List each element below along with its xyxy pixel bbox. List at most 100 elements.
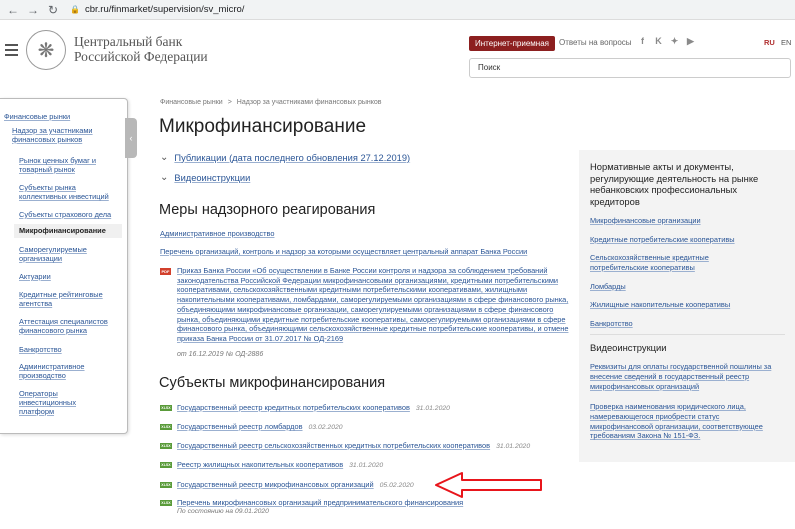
- registry-title: Государственный реестр кредитных потреби…: [177, 403, 410, 412]
- page-title: Микрофинансирование: [159, 116, 367, 137]
- sidebar-item-rating-agencies[interactable]: Кредитные рейтинговые агентства: [19, 290, 109, 308]
- forward-icon[interactable]: →: [26, 3, 40, 17]
- sidebar-item-sro[interactable]: Саморегулируемые организации: [19, 245, 109, 263]
- registry-date: 31.01.2020: [349, 462, 384, 469]
- registry-status-date: По состоянию на 09.01.2020: [177, 508, 269, 515]
- accordion-label: Публикации (дата последнего обновления 2…: [174, 152, 411, 163]
- bank-name[interactable]: Центральный банк Российской Федерации: [74, 34, 208, 64]
- registry-date: 05.02.2020: [379, 482, 414, 489]
- link-text: Проверка наименования юридического лица,…: [590, 402, 763, 441]
- right-panel-link[interactable]: Жилищные накопительные кооперативы: [590, 300, 730, 310]
- sidebar-item-microfinance[interactable]: Микрофинансирование: [14, 224, 122, 238]
- link-text: Банкротство: [590, 319, 633, 328]
- sidebar-item-insurance[interactable]: Субъекты страхового дела: [19, 210, 124, 219]
- address-bar[interactable]: 🔒 cbr.ru/finmarket/supervision/sv_micro/: [70, 4, 244, 15]
- youtube-icon[interactable]: ▶: [685, 36, 696, 47]
- url-text: cbr.ru/finmarket/supervision/sv_micro/: [84, 4, 245, 15]
- right-panel-title: Видеоинструкции: [590, 342, 667, 353]
- xlsx-icon: XLSX: [160, 443, 172, 449]
- sidebar: [0, 98, 128, 434]
- bank-name-line1: Центральный банк: [74, 34, 183, 49]
- lock-icon: 🔒: [70, 5, 80, 14]
- lang-en-link[interactable]: EN: [781, 38, 791, 47]
- order-date: от 16.12.2019 № ОД-2886: [177, 351, 264, 358]
- twitter-icon[interactable]: ✦: [669, 36, 680, 47]
- xlsx-icon: XLSX: [160, 500, 172, 506]
- back-icon[interactable]: ←: [6, 3, 20, 17]
- right-panel-link[interactable]: Микрофинансовые организации: [590, 216, 701, 226]
- menu-icon[interactable]: [5, 44, 18, 59]
- right-panel-link[interactable]: Кредитные потребительские кооперативы: [590, 235, 735, 245]
- section-title: Субъекты микрофинансирования: [159, 375, 386, 391]
- sidebar-item-admin-proceedings[interactable]: Административное производство: [19, 362, 109, 380]
- section-title: Меры надзорного реагирования: [159, 202, 376, 218]
- bank-emblem-logo[interactable]: ❋: [26, 30, 66, 70]
- registry-title: Государственный реестр сельскохозяйствен…: [177, 441, 491, 450]
- internet-reception-button[interactable]: Интернет-приемная: [469, 36, 555, 51]
- link-text: Сельскохозяйственные кредитные потребите…: [590, 253, 709, 272]
- sidebar-item-collective-invest[interactable]: Субъекты рынка коллективных инвестиций: [19, 183, 119, 201]
- link-text: Реквизиты для оплаты государственной пош…: [590, 362, 772, 391]
- publications-accordion[interactable]: ⌄ Публикации (дата последнего обновления…: [160, 152, 410, 163]
- registry-row[interactable]: Государственный реестр ломбардов 03.02.20…: [177, 422, 343, 431]
- right-panel-link[interactable]: Проверка наименования юридического лица,…: [590, 402, 780, 441]
- facebook-icon[interactable]: f: [637, 36, 648, 47]
- divider: [590, 334, 785, 335]
- registry-date: 31.01.2020: [496, 443, 531, 450]
- right-panel-link[interactable]: Ломбарды: [590, 282, 626, 292]
- xlsx-icon: XLSX: [160, 462, 172, 468]
- right-panel-link[interactable]: Реквизиты для оплаты государственной пош…: [590, 362, 776, 391]
- registry-row[interactable]: Государственный реестр кредитных потреби…: [177, 403, 450, 412]
- sidebar-item-attestation[interactable]: Аттестация специалистов финансового рынк…: [19, 317, 119, 335]
- search-input[interactable]: Поиск: [469, 58, 791, 78]
- order-link-text: Приказ Банка России «Об осуществлении в …: [177, 266, 569, 343]
- faq-link[interactable]: Ответы на вопросы: [559, 38, 632, 47]
- registry-row[interactable]: Перечень микрофинансовых организаций пре…: [177, 498, 463, 507]
- browser-toolbar: ← → ↻ 🔒 cbr.ru/finmarket/supervision/sv_…: [0, 0, 795, 20]
- link-text: Кредитные потребительские кооперативы: [590, 235, 735, 244]
- sidebar-item-actuaries[interactable]: Актуарии: [19, 272, 51, 281]
- vk-icon[interactable]: K: [653, 36, 664, 47]
- breadcrumb-item[interactable]: Надзор за участниками финансовых рынков: [237, 99, 382, 106]
- registry-title: Реестр жилищных накопительных кооператив…: [177, 460, 344, 469]
- annotation-arrow-icon: [435, 472, 542, 498]
- sidebar-item-finmarkets[interactable]: Финансовые рынки: [4, 112, 114, 121]
- breadcrumb: Финансовые рынки > Надзор за участниками ф…: [160, 99, 382, 106]
- sidebar-collapse-icon[interactable]: ‹: [125, 118, 137, 158]
- sidebar-item-supervision[interactable]: Надзор за участниками финансовых рынков: [12, 126, 117, 144]
- bank-name-line2: Российской Федерации: [74, 49, 208, 64]
- breadcrumb-item[interactable]: Финансовые рынки: [160, 99, 223, 106]
- registry-row[interactable]: Государственный реестр микрофинансовых о…: [177, 480, 414, 489]
- sidebar-item-securities[interactable]: Рынок ценных бумаг и товарный рынок: [19, 156, 114, 174]
- registry-title: Перечень микрофинансовых организаций пре…: [177, 498, 464, 507]
- link-text: Микрофинансовые организации: [590, 216, 701, 225]
- xlsx-icon: XLSX: [160, 482, 172, 488]
- right-panel-title: Нормативные акты и документы, регулирующ…: [590, 161, 759, 207]
- chevron-down-icon: ⌄: [160, 152, 169, 163]
- sidebar-item-bankruptcy[interactable]: Банкротство: [19, 345, 62, 354]
- order-link[interactable]: Приказ Банка России «Об осуществлении в …: [177, 266, 569, 344]
- registry-title: Государственный реестр микрофинансовых о…: [177, 480, 374, 489]
- breadcrumb-separator: >: [227, 99, 232, 106]
- chevron-down-icon: ⌄: [160, 172, 169, 183]
- link-text: Жилищные накопительные кооперативы: [590, 300, 731, 309]
- video-instructions-accordion[interactable]: ⌄ Видеоинструкции: [160, 172, 250, 183]
- registry-date: 31.01.2020: [415, 405, 450, 412]
- reload-icon[interactable]: ↻: [46, 3, 60, 17]
- right-panel-link[interactable]: Сельскохозяйственные кредитные потребите…: [590, 253, 750, 273]
- registry-row[interactable]: Государственный реестр сельскохозяйствен…: [177, 441, 530, 450]
- registry-title: Государственный реестр ломбардов: [177, 422, 303, 431]
- registry-date: 03.02.2020: [308, 424, 343, 431]
- organizations-list-link[interactable]: Перечень организаций, контроль и надзор …: [160, 247, 527, 256]
- xlsx-icon: XLSX: [160, 405, 172, 411]
- registry-row[interactable]: Реестр жилищных накопительных кооператив…: [177, 460, 383, 469]
- social-links: f K ✦ ▶: [637, 36, 696, 47]
- link-text: Ломбарды: [590, 282, 626, 291]
- pdf-icon: PDF: [160, 268, 171, 275]
- xlsx-icon: XLSX: [160, 424, 172, 430]
- right-panel-link[interactable]: Банкротство: [590, 319, 633, 329]
- sidebar-item-invest-platforms[interactable]: Операторы инвестиционных платформ: [19, 389, 94, 416]
- accordion-label: Видеоинструкции: [174, 172, 251, 183]
- admin-proceedings-link[interactable]: Административное производство: [160, 229, 274, 238]
- lang-ru-link[interactable]: RU: [764, 38, 775, 47]
